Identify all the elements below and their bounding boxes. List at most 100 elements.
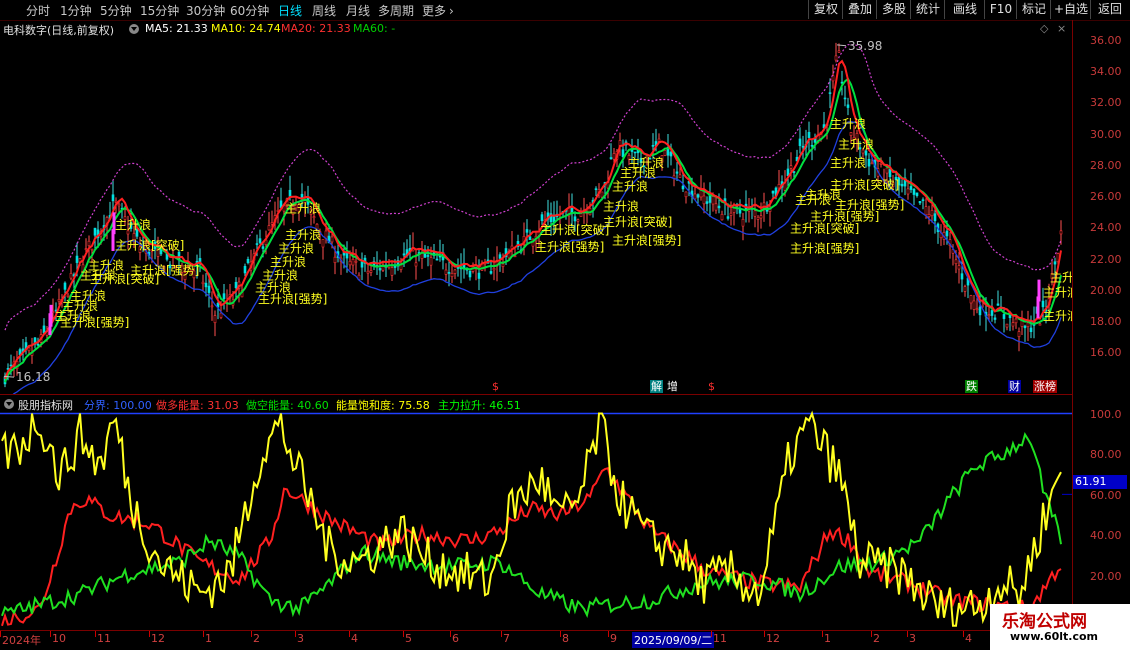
period-tab-monthly[interactable]: 月线 [346,2,370,19]
candle-body [321,239,325,248]
period-tab-daily[interactable]: 日线 [278,2,302,19]
candle-body [669,151,673,157]
period-tab-1min[interactable]: 1分钟 [60,2,92,19]
signal-annotation: 主升浪 [838,136,874,151]
toolbar-button-fuquan[interactable]: 复权 [808,0,843,19]
trend-line-red [4,59,1062,380]
toolbar-button-f10[interactable]: F10 [984,0,1017,19]
indicator-chart[interactable] [0,405,1072,630]
toolbar-button-mark[interactable]: 标记 [1016,0,1051,19]
event-label: 涨榜 [1034,380,1056,393]
candlestick-chart[interactable]: 主升浪主升浪主升浪主升浪主升浪主升浪[强势]主升浪[突破]主升浪[突破]主升浪[… [0,34,1072,394]
candle-body [753,210,757,217]
candle-body [954,259,958,265]
candle-body [921,199,925,202]
candle-body [450,273,454,277]
date-tick: 2 [253,632,260,645]
candle-body [36,343,40,346]
candle-body [117,203,121,207]
toolbar-button-back[interactable]: 返回 [1090,0,1129,19]
toolbar-button-overlay[interactable]: 叠加 [842,0,877,19]
event-marker-dollar[interactable]: $ [491,380,500,393]
dropdown-icon[interactable] [129,24,139,34]
candle-body [255,243,259,245]
candle-body [918,201,922,204]
toolbar-button-multi-stock[interactable]: 多股 [876,0,911,19]
signal-annotation: 主升浪[强势] [790,241,859,256]
candle-body [201,281,205,285]
date-tick: 11 [713,632,727,645]
candle-body [498,254,502,259]
candle-body [810,144,814,147]
candle-body [111,194,115,202]
candle-body [366,270,370,274]
event-marker-increase[interactable]: 增 [666,380,679,393]
event-marker-gain-list[interactable]: 涨榜 [1033,380,1057,393]
period-tab-60min[interactable]: 60分钟 [230,2,269,19]
price-tick: 22.00 [1090,253,1122,266]
candle-body [969,295,973,304]
event-label: 财 [1009,380,1020,393]
signal-annotation: 主升浪 [262,268,298,283]
price-tick: 20.00 [1090,284,1122,297]
candle-body [756,216,760,220]
period-tab-15min[interactable]: 15分钟 [140,2,179,19]
event-marker-drop[interactable]: 跌 [965,380,978,393]
period-tab-fenshi[interactable]: 分时 [26,2,50,19]
candle-body [87,240,91,246]
candle-body [720,214,724,221]
period-tab-weekly[interactable]: 周线 [312,2,336,19]
lower-band-line [12,121,1062,394]
candle-body [900,183,904,187]
price-tick: 32.00 [1090,96,1122,109]
event-marker-unlock[interactable]: 解 [650,380,663,393]
signal-annotation: 主升浪[强势] [810,209,879,224]
toolbar-button-add-watch[interactable]: +自选 [1050,0,1091,19]
toolbar-button-draw[interactable]: 画线 [944,0,985,19]
indicator-tick: 20.00 [1090,570,1122,583]
candle-body [219,312,223,318]
signal-annotation: 主升浪 [115,217,151,232]
price-tick: 28.00 [1090,159,1122,172]
candle-body [1059,230,1063,235]
candle-body [996,303,1000,306]
toolbar-button-stats[interactable]: 统计 [910,0,945,19]
date-tick: 3 [909,632,916,645]
candle-body [540,214,544,222]
event-label: $ [492,380,499,393]
candle-body [468,270,472,278]
candle-body [798,138,802,147]
trend-line-green [4,77,1062,383]
candle-body [633,151,637,154]
candle-body [84,248,88,250]
candle-body [912,188,916,195]
candle-body [945,230,949,237]
short-energy-line [1,432,1062,618]
candle-body [288,189,292,197]
candle-body [414,262,418,267]
candle-body [444,269,448,275]
candle-body [1038,323,1042,326]
candle-body [579,213,583,217]
date-tick: 12 [766,632,780,645]
indicator-tick: 60.00 [1090,489,1122,502]
period-tab-30min[interactable]: 30分钟 [186,2,225,19]
candle-body [963,286,967,292]
signal-annotation: 主升浪 [830,116,866,131]
event-marker-finance[interactable]: 财 [1008,380,1021,393]
candle-body [792,171,796,173]
candle-body [345,252,349,259]
signal-annotation: 主升浪[突破] [115,237,184,252]
candle-body [990,310,994,316]
candle-body [378,268,382,271]
candle-body [975,308,979,311]
candle-body [678,174,682,178]
period-tab-more[interactable]: 更多 › [422,2,454,19]
candle-body [390,267,394,276]
signal-annotation: 主升浪 [1043,308,1072,323]
period-tab-5min[interactable]: 5分钟 [100,2,132,19]
long-energy-line [1,466,1062,627]
candle-body [906,188,910,195]
period-tab-multi[interactable]: 多周期 [378,2,414,19]
event-marker-dollar[interactable]: $ [707,380,716,393]
